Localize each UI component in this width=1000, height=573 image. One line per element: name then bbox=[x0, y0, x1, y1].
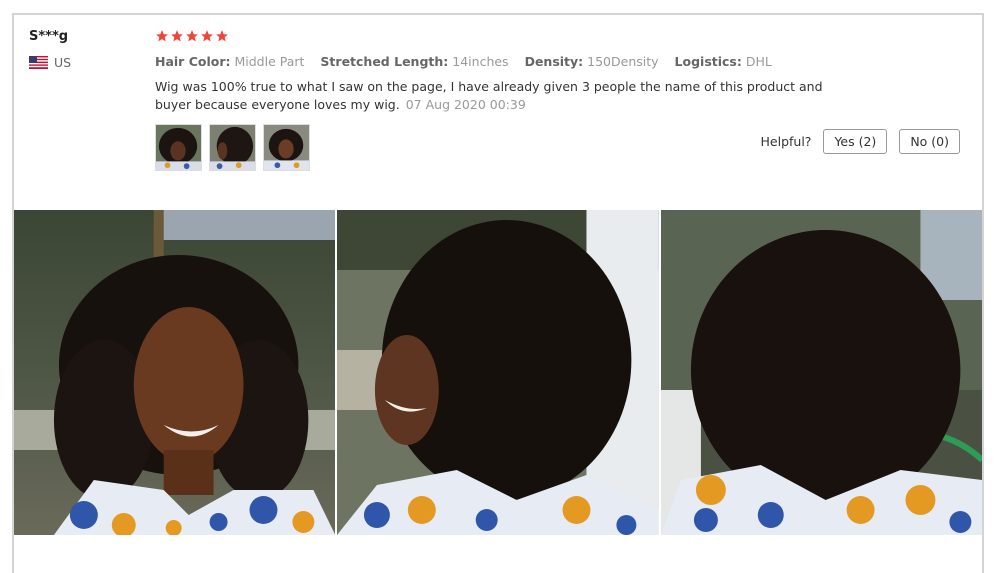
star-icon bbox=[216, 30, 228, 42]
review-thumbnail[interactable] bbox=[209, 124, 256, 171]
helpful-label: Helpful? bbox=[760, 134, 812, 149]
review-text: Wig was 100% true to what I saw on the p… bbox=[155, 78, 855, 114]
reviewer-name: S***g bbox=[29, 29, 69, 44]
review-date: 07 Aug 2020 00:39 bbox=[405, 97, 526, 112]
review-thumbnail[interactable] bbox=[155, 124, 202, 171]
attr-logistics: Logistics: DHL bbox=[674, 54, 772, 69]
reviewer-country: US bbox=[29, 55, 71, 70]
attr-hair-color: Hair Color: Middle Part bbox=[155, 54, 305, 69]
review-card: S***g US Hair Color: Middle Part Stretch… bbox=[12, 13, 984, 573]
review-photo-side[interactable] bbox=[337, 210, 659, 535]
star-icon bbox=[186, 30, 198, 42]
us-flag-icon bbox=[29, 56, 48, 69]
star-icon bbox=[171, 30, 183, 42]
helpful-vote: Helpful? Yes (2) No (0) bbox=[761, 129, 960, 154]
attr-stretched-length: Stretched Length: 14inches bbox=[320, 54, 509, 69]
review-photo-back[interactable] bbox=[660, 210, 982, 535]
star-icon bbox=[201, 30, 213, 42]
helpful-no-button[interactable]: No (0) bbox=[899, 129, 960, 154]
helpful-yes-button[interactable]: Yes (2) bbox=[823, 129, 888, 154]
review-photo-front[interactable] bbox=[14, 210, 336, 535]
rating-stars bbox=[155, 29, 229, 43]
review-attributes: Hair Color: Middle Part Stretched Length… bbox=[155, 54, 784, 69]
review-thumbnails bbox=[155, 124, 310, 171]
review-thumbnail[interactable] bbox=[263, 124, 310, 171]
country-code: US bbox=[54, 55, 72, 70]
attr-density: Density: 150Density bbox=[524, 54, 659, 69]
review-photos bbox=[14, 210, 982, 535]
star-icon bbox=[156, 30, 168, 42]
